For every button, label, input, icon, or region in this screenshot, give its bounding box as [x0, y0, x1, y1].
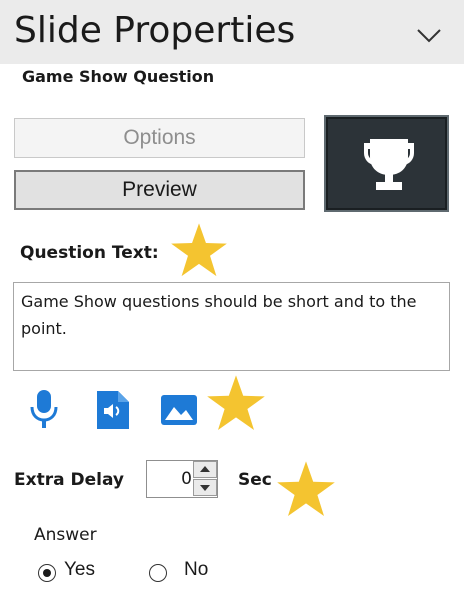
options-button[interactable]: Options	[14, 118, 305, 158]
extra-delay-label: Extra Delay	[14, 470, 124, 490]
slide-type-label: Game Show Question	[22, 67, 215, 86]
star-icon	[277, 461, 335, 516]
decrement-button[interactable]	[193, 479, 217, 496]
question-text-field[interactable]: Game Show questions should be short and …	[13, 282, 450, 371]
trophy-icon	[364, 139, 414, 190]
delay-unit-label: Sec	[238, 470, 272, 490]
answer-label: Answer	[34, 525, 97, 545]
answer-yes-label[interactable]: Yes	[64, 559, 95, 581]
question-text-label: Question Text:	[20, 243, 159, 263]
microphone-icon[interactable]	[30, 389, 58, 429]
chevron-down-icon[interactable]	[416, 22, 442, 48]
extra-delay-stepper[interactable]: 0	[146, 460, 218, 498]
panel-header: Slide Properties	[0, 0, 464, 64]
star-icon	[171, 223, 227, 277]
image-icon[interactable]	[160, 394, 198, 426]
slide-type-tile[interactable]	[324, 115, 449, 212]
star-icon	[207, 375, 265, 430]
answer-yes-radio[interactable]	[38, 564, 56, 582]
preview-button[interactable]: Preview	[14, 170, 305, 210]
slide-properties-panel: Slide Properties Game Show Question Opti…	[0, 0, 464, 610]
audio-file-icon[interactable]	[96, 390, 130, 430]
increment-button[interactable]	[193, 461, 217, 478]
answer-no-label[interactable]: No	[184, 559, 208, 581]
extra-delay-value[interactable]: 0	[147, 461, 192, 497]
answer-no-radio[interactable]	[149, 564, 167, 582]
panel-title: Slide Properties	[14, 10, 296, 51]
